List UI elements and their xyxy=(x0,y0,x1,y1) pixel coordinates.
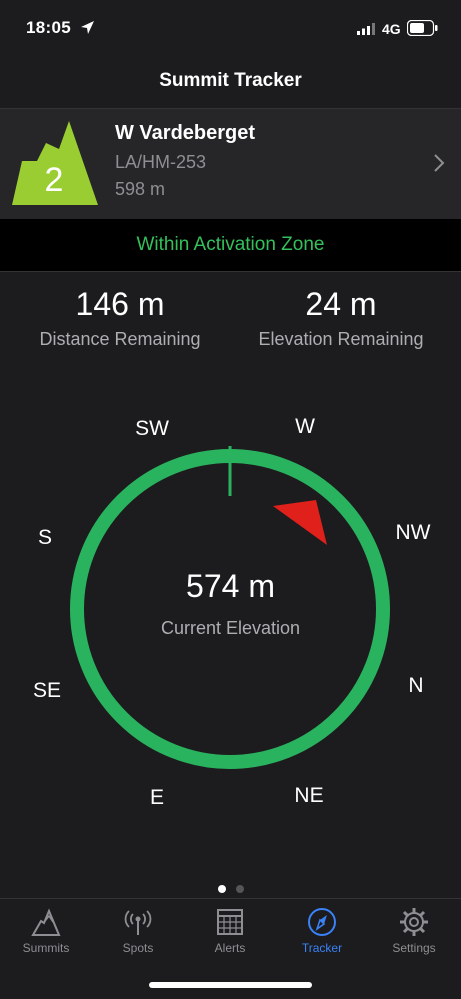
summit-points: 2 xyxy=(45,161,64,199)
distance-remaining-stat: 146 m Distance Remaining xyxy=(5,286,235,350)
activation-zone-banner: Within Activation Zone xyxy=(0,219,461,272)
home-indicator[interactable] xyxy=(149,982,312,988)
summit-direction-pointer xyxy=(273,500,327,545)
tab-summits[interactable]: Summits xyxy=(0,907,92,955)
elevation-value: 24 m xyxy=(305,286,377,322)
signal-icon xyxy=(357,23,375,35)
status-time: 18:05 xyxy=(26,18,71,37)
page-indicator[interactable] xyxy=(0,880,461,898)
current-elevation-value: 574 m xyxy=(186,568,275,604)
elevation-label: Elevation Remaining xyxy=(258,329,424,349)
compass-ring xyxy=(70,446,390,769)
tab-alerts-label: Alerts xyxy=(214,941,246,955)
battery-icon xyxy=(407,20,438,36)
current-elevation-label: Current Elevation xyxy=(160,618,301,638)
tab-tracker-label: Tracker xyxy=(301,941,343,955)
summit-card[interactable]: 2 W Vardeberget LA/HM-253 598 m xyxy=(0,108,461,220)
antenna-icon xyxy=(124,910,152,935)
tab-alerts[interactable]: Alerts xyxy=(184,907,276,955)
gear-icon xyxy=(400,908,428,936)
mountain-icon xyxy=(31,908,61,936)
page-title: Summit Tracker xyxy=(159,70,302,91)
page-dot[interactable] xyxy=(235,885,244,893)
direction-n: N xyxy=(408,674,424,697)
distance-value: 146 m xyxy=(75,286,165,322)
summit-altitude: 598 m xyxy=(115,179,166,199)
tab-summits-label: Summits xyxy=(22,941,70,955)
summit-points-badge: 2 xyxy=(12,121,98,205)
compass: SW W S NW SE N E NE 574 m Current Elevat… xyxy=(0,400,461,820)
distance-label: Distance Remaining xyxy=(39,329,201,349)
direction-s: S xyxy=(37,526,53,549)
direction-se: SE xyxy=(32,679,62,702)
calendar-icon xyxy=(217,909,243,935)
direction-nw: NW xyxy=(395,521,431,544)
tab-spots-label: Spots xyxy=(122,941,154,955)
tab-tracker[interactable]: Tracker xyxy=(276,907,368,955)
direction-ne: NE xyxy=(294,784,324,807)
summit-name: W Vardeberget xyxy=(115,122,256,144)
summit-reference: LA/HM-253 xyxy=(115,152,207,172)
direction-e: E xyxy=(149,786,165,809)
status-bar: 18:05 4G xyxy=(0,0,461,60)
elevation-remaining-stat: 24 m Elevation Remaining xyxy=(226,286,456,350)
direction-sw: SW xyxy=(135,417,169,440)
network-type: 4G xyxy=(382,21,401,37)
tab-settings[interactable]: Settings xyxy=(368,907,460,955)
compass-icon xyxy=(308,908,336,936)
tab-spots[interactable]: Spots xyxy=(92,907,184,955)
page-dot-active[interactable] xyxy=(217,885,226,893)
tab-settings-label: Settings xyxy=(392,941,436,955)
chevron-right-icon[interactable] xyxy=(433,153,445,173)
direction-w: W xyxy=(295,415,315,438)
location-arrow-icon xyxy=(81,21,94,34)
